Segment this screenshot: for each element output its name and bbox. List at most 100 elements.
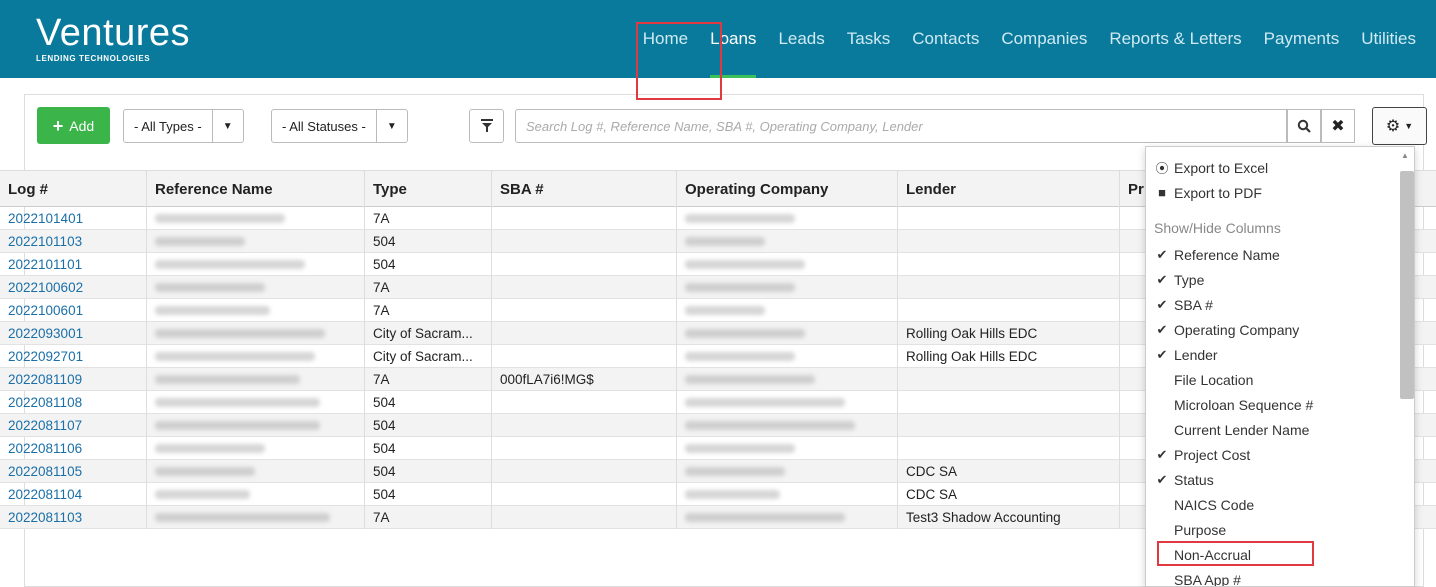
nav-loans[interactable]: Loans [710, 0, 757, 78]
column-toggle-item[interactable]: Current Lender Name [1154, 417, 1398, 442]
column-toggle-item[interactable]: File Location [1154, 367, 1398, 392]
scroll-up-icon[interactable]: ▲ [1401, 151, 1409, 160]
type-filter-select[interactable]: - All Types - ▼ [123, 109, 244, 143]
type-cell: 504 [365, 414, 492, 437]
column-toggle-item[interactable]: ✔ SBA # [1154, 292, 1398, 317]
type-cell: City of Sacram... [365, 322, 492, 345]
column-toggle-item[interactable]: NAICS Code [1154, 492, 1398, 517]
column-toggle-label: Type [1174, 271, 1205, 288]
column-header-lender[interactable]: Lender [898, 171, 1120, 208]
column-toggle-item[interactable]: ✔ Status [1154, 467, 1398, 492]
status-filter-select[interactable]: - All Statuses - ▼ [271, 109, 408, 143]
log-number-link[interactable]: 2022081103 [0, 506, 147, 529]
type-cell: 7A [365, 207, 492, 230]
column-header-sba[interactable]: SBA # [492, 171, 677, 208]
column-toggle-item[interactable]: Non-Accrual [1154, 542, 1398, 567]
log-number-link[interactable]: 2022100601 [0, 299, 147, 322]
redacted-text [685, 467, 785, 476]
redacted-text [155, 490, 250, 499]
export-excel-item[interactable]: ⦿ Export to Excel [1154, 155, 1398, 180]
column-toggle-label: Reference Name [1174, 246, 1280, 263]
nav-leads[interactable]: Leads [778, 0, 824, 78]
column-toggle-label: Operating Company [1174, 321, 1300, 338]
close-icon: ✖ [1331, 118, 1345, 135]
reference-name-cell [147, 414, 365, 437]
log-number-link[interactable]: 2022081104 [0, 483, 147, 506]
export-pdf-item[interactable]: ■ Export to PDF [1154, 180, 1398, 205]
type-cell: 504 [365, 391, 492, 414]
log-number-link[interactable]: 2022101401 [0, 207, 147, 230]
nav-companies[interactable]: Companies [1001, 0, 1087, 78]
column-header-reference-name[interactable]: Reference Name [147, 171, 365, 208]
operating-company-cell [677, 460, 898, 483]
column-toggle-item[interactable]: ✔ Reference Name [1154, 242, 1398, 267]
nav-payments[interactable]: Payments [1264, 0, 1340, 78]
column-toggle-item[interactable]: Purpose [1154, 517, 1398, 542]
type-cell: 504 [365, 230, 492, 253]
clear-search-button[interactable]: ✖ [1321, 109, 1355, 143]
log-number-link[interactable]: 2022092701 [0, 345, 147, 368]
column-toggle-item[interactable]: ✔ Lender [1154, 342, 1398, 367]
column-header-type[interactable]: Type [365, 171, 492, 208]
settings-dropdown-menu: ⦿ Export to Excel ■ Export to PDF Show/H… [1145, 146, 1415, 587]
search-button[interactable] [1287, 109, 1321, 143]
column-header-log[interactable]: Log # [0, 171, 147, 208]
column-toggle-item[interactable]: ✔ Type [1154, 267, 1398, 292]
sba-cell [492, 253, 677, 276]
log-number-link[interactable]: 2022081109 [0, 368, 147, 391]
nav-reports-letters[interactable]: Reports & Letters [1109, 0, 1241, 78]
chevron-down-icon: ▼ [222, 120, 233, 132]
column-toggle-item[interactable]: Microloan Sequence # [1154, 392, 1398, 417]
reference-name-cell [147, 276, 365, 299]
advanced-filter-button[interactable] [469, 109, 504, 143]
operating-company-cell [677, 299, 898, 322]
nav-tasks[interactable]: Tasks [847, 0, 890, 78]
log-number-link[interactable]: 2022100602 [0, 276, 147, 299]
column-toggle-label: SBA # [1174, 296, 1213, 313]
type-cell: City of Sacram... [365, 345, 492, 368]
lender-cell [898, 230, 1120, 253]
log-number-link[interactable]: 2022081107 [0, 414, 147, 437]
show-hide-columns-header: Show/Hide Columns [1154, 219, 1281, 236]
sba-cell [492, 299, 677, 322]
operating-company-cell [677, 506, 898, 529]
redacted-text [685, 283, 795, 292]
column-toggle-item[interactable]: ✔ Operating Company [1154, 317, 1398, 342]
reference-name-cell [147, 391, 365, 414]
operating-company-cell [677, 253, 898, 276]
filter-icon [480, 119, 493, 132]
column-toggle-item[interactable]: ✔ Project Cost [1154, 442, 1398, 467]
type-cell: 504 [365, 253, 492, 276]
log-number-link[interactable]: 2022081106 [0, 437, 147, 460]
reference-name-cell [147, 460, 365, 483]
log-number-link[interactable]: 2022081108 [0, 391, 147, 414]
operating-company-cell [677, 437, 898, 460]
redacted-text [155, 214, 285, 223]
log-number-link[interactable]: 2022101101 [0, 253, 147, 276]
sba-cell [492, 460, 677, 483]
nav-home[interactable]: Home [643, 0, 688, 78]
redacted-text [155, 352, 315, 361]
column-toggle-label: Project Cost [1174, 446, 1251, 463]
add-button-label: Add [69, 117, 95, 134]
log-number-link[interactable]: 2022093001 [0, 322, 147, 345]
sba-cell [492, 414, 677, 437]
dropdown-scrollbar[interactable]: ▲ [1396, 151, 1414, 581]
lender-cell: Test3 Shadow Accounting [898, 506, 1120, 529]
brand-logo[interactable]: Ventures LENDING TECHNOLOGIES [36, 14, 190, 63]
column-toggle-item[interactable]: SBA App # [1154, 567, 1398, 587]
lender-cell [898, 253, 1120, 276]
column-header-operating-company[interactable]: Operating Company [677, 171, 898, 208]
log-number-link[interactable]: 2022081105 [0, 460, 147, 483]
reference-name-cell [147, 322, 365, 345]
scrollbar-thumb[interactable] [1400, 171, 1414, 399]
search-input[interactable] [515, 109, 1287, 143]
log-number-link[interactable]: 2022101103 [0, 230, 147, 253]
operating-company-cell [677, 391, 898, 414]
nav-utilities[interactable]: Utilities [1361, 0, 1416, 78]
settings-menu-button[interactable]: ⚙ ▼ [1372, 107, 1427, 145]
lender-cell [898, 368, 1120, 391]
add-button[interactable]: + Add [37, 107, 110, 144]
nav-contacts[interactable]: Contacts [912, 0, 979, 78]
type-cell: 504 [365, 460, 492, 483]
